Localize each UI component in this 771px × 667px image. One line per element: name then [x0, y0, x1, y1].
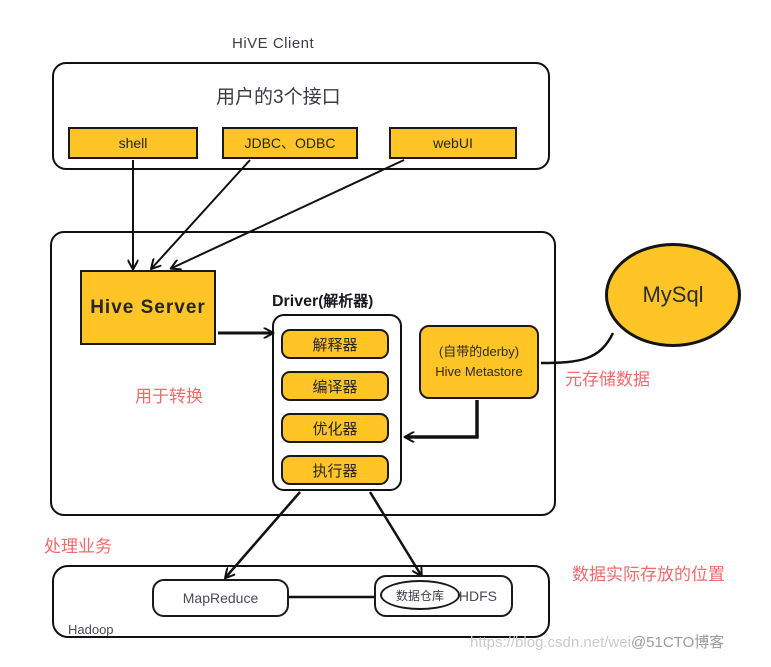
node-shell[interactable]: shell	[68, 127, 198, 159]
driver-stage-compiler[interactable]: 编译器	[281, 371, 389, 401]
node-hive-metastore[interactable]: (自带的derby) Hive Metastore	[419, 325, 539, 399]
driver-stage-compiler-label: 编译器	[312, 378, 358, 396]
metastore-derby-label: (自带的derby)	[438, 344, 520, 359]
node-jdbc-odbc[interactable]: JDBC、ODBC	[222, 127, 358, 159]
driver-stage-optimizer-label: 优化器	[312, 420, 358, 438]
driver-stage-interpreter-label: 解释器	[312, 336, 358, 354]
node-mysql-label: MySql	[642, 282, 704, 307]
node-webui-label: webUI	[433, 135, 473, 151]
node-hive-server-label: Hive Server	[90, 296, 206, 318]
diagram-canvas: HiVE Client 用户的3个接口 shell JDBC、ODBC webU…	[0, 0, 771, 667]
metastore-title-label: Hive Metastore	[435, 364, 523, 379]
driver-stage-optimizer[interactable]: 优化器	[281, 413, 389, 443]
node-mapreduce[interactable]: MapReduce	[152, 579, 289, 617]
node-data-warehouse[interactable]: 数据仓库	[380, 580, 460, 610]
page-title: HiVE Client	[232, 35, 315, 52]
node-mysql[interactable]: MySql	[605, 243, 741, 347]
driver-stage-executor[interactable]: 执行器	[281, 455, 389, 485]
node-mapreduce-label: MapReduce	[182, 590, 259, 606]
node-shell-label: shell	[118, 135, 148, 151]
driver-stage-interpreter[interactable]: 解释器	[281, 329, 389, 359]
watermark-suffix: @51CTO博客	[630, 634, 725, 651]
annotation-metastore-data: 元存储数据	[565, 370, 650, 389]
driver-stage-executor-label: 执行器	[312, 462, 358, 480]
node-hive-server[interactable]: Hive Server	[80, 270, 216, 345]
annotation-data-location: 数据实际存放的位置	[572, 565, 725, 584]
node-hdfs-label: HDFS	[458, 588, 497, 604]
node-jdbc-odbc-label: JDBC、ODBC	[244, 135, 336, 151]
node-webui[interactable]: webUI	[389, 127, 517, 159]
node-data-warehouse-label: 数据仓库	[395, 588, 444, 603]
annotation-business: 处理业务	[44, 537, 112, 556]
